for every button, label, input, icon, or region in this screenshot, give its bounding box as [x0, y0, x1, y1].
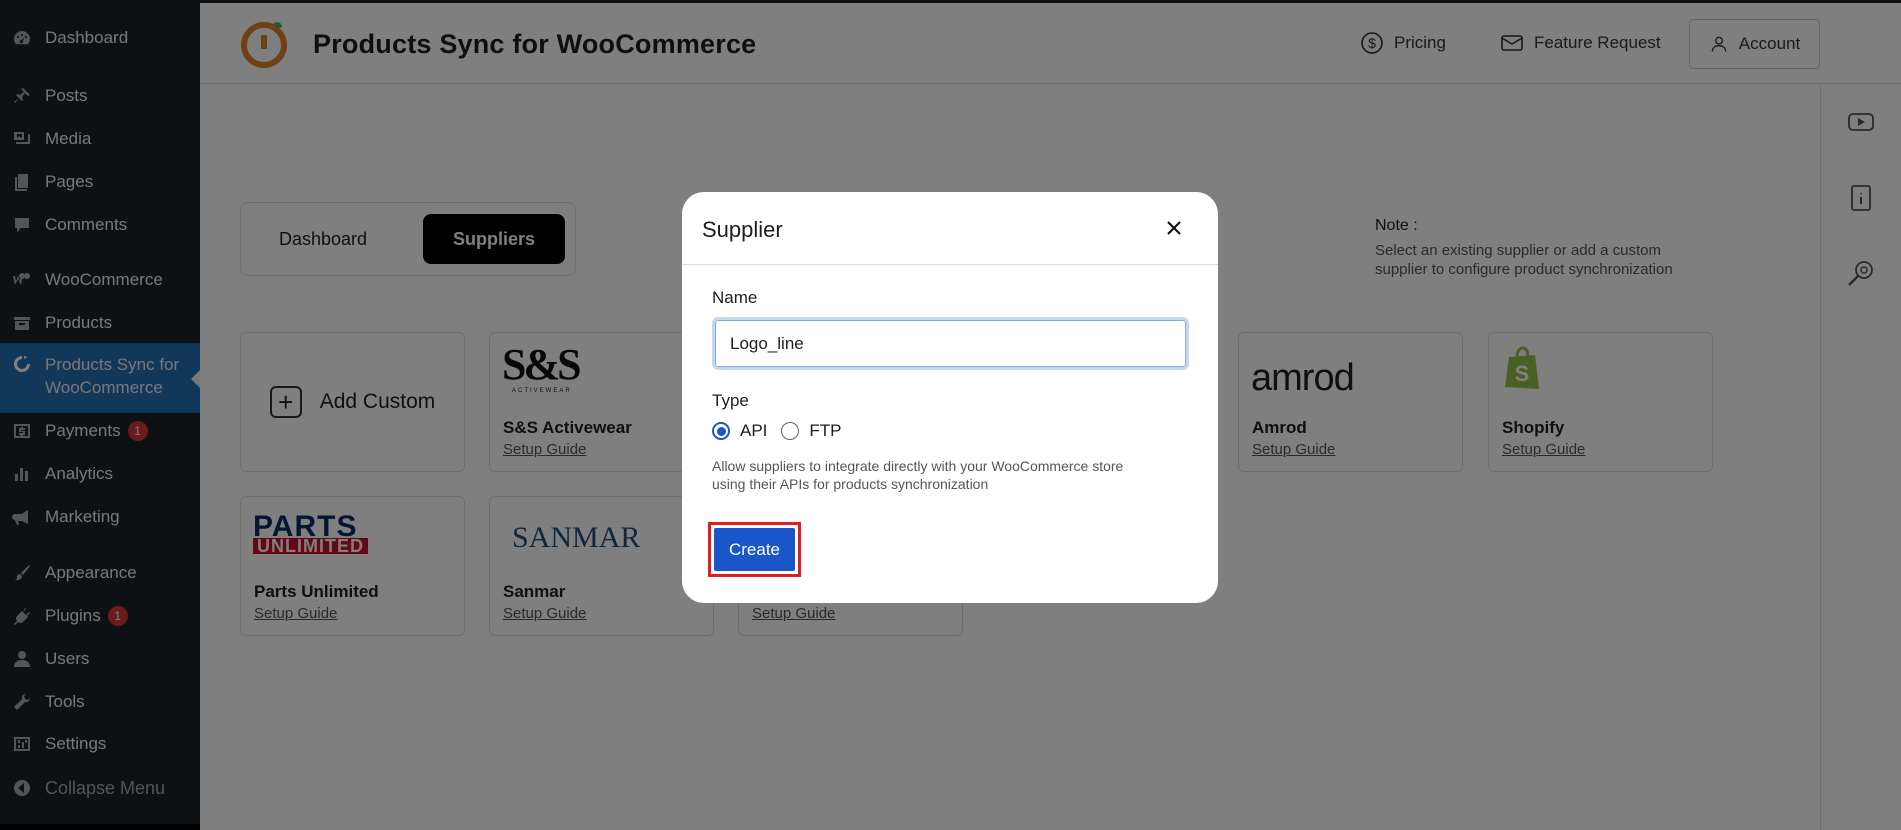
close-button[interactable] — [1160, 214, 1188, 242]
name-label: Name — [712, 288, 758, 307]
supplier-name-input[interactable] — [712, 317, 1189, 370]
type-label: Type — [712, 391, 749, 410]
close-icon — [1167, 221, 1181, 235]
type-ftp-radio[interactable] — [781, 422, 800, 440]
create-button[interactable]: Create — [714, 528, 795, 571]
type-help-text: Allow suppliers to integrate directly wi… — [712, 458, 1124, 492]
modal-divider — [682, 264, 1218, 265]
type-radio-group: API FTP — [712, 421, 842, 441]
type-api-label[interactable]: API — [740, 421, 767, 441]
type-ftp-label[interactable]: FTP — [809, 421, 841, 441]
create-button-highlight: Create — [708, 522, 801, 577]
modal-title: Supplier — [702, 217, 783, 242]
type-api-radio[interactable] — [712, 422, 730, 440]
supplier-modal: Supplier Name Type API FTP Allow supplie… — [682, 192, 1218, 603]
